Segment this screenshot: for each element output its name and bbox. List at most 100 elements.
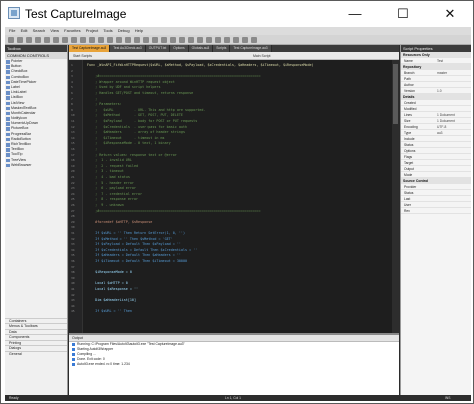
toolbar-button-icon[interactable]	[152, 37, 158, 43]
toolbar-button-icon[interactable]	[44, 37, 50, 43]
code-line[interactable]: ; Handles GET/POST and timeout, returns …	[87, 91, 193, 95]
toolbar-button-icon[interactable]	[107, 37, 113, 43]
toolbar-button-icon[interactable]	[8, 37, 14, 43]
toolbar-button-icon[interactable]	[71, 37, 77, 43]
toolbar-button-icon[interactable]	[170, 37, 176, 43]
code-line[interactable]: ; $sPayload - body for POST or PUT reque…	[87, 119, 197, 123]
editor-tab[interactable]: Test Au3Check.au3	[110, 45, 146, 52]
toolbox-section[interactable]: General	[5, 350, 67, 357]
code-editor[interactable]: 1 Func _WinAPI_FitWinHTTPRequest($sURL, $…	[69, 60, 399, 333]
minimize-button[interactable]: —	[338, 1, 372, 27]
code-line[interactable]: Func _WinAPI_FitWinHTTPRequest($sURL, $s…	[87, 63, 314, 67]
code-line[interactable]: ; $sURL - URL. This and http are support…	[87, 108, 205, 112]
toolbar-button-icon[interactable]	[17, 37, 23, 43]
toolbar-button-icon[interactable]	[134, 37, 140, 43]
menu-item-help[interactable]: Help	[135, 28, 143, 33]
menu-item-view[interactable]: View	[50, 28, 59, 33]
code-line[interactable]: If $iTimeout = Default Then $iTimeout = …	[87, 259, 187, 263]
code-line[interactable]: ; $sCredentials - user:pass for basic au…	[87, 125, 187, 129]
toolbar-button-icon[interactable]	[116, 37, 122, 43]
code-line[interactable]: $iResponseMode = 0	[87, 270, 132, 274]
scrollbar-thumb[interactable]	[393, 64, 398, 124]
editor-tab[interactable]: Test CaptureImage.au3	[69, 45, 111, 52]
code-line[interactable]: ; 8 - response error	[87, 197, 138, 201]
toolbar-button-icon[interactable]	[179, 37, 185, 43]
editor-tab[interactable]: Options	[170, 45, 189, 52]
menu-item-edit[interactable]: Edit	[21, 28, 28, 33]
code-line[interactable]: If $sMethod = '' Then $sMethod = 'GET'	[87, 237, 173, 241]
editor-scrollbar[interactable]	[392, 60, 399, 333]
code-line[interactable]: Local $sResponse = ''	[87, 287, 138, 291]
code-line[interactable]: ;	[87, 97, 97, 101]
code-line[interactable]: ;#======================================…	[87, 209, 260, 213]
toolbar-button-icon[interactable]	[35, 37, 41, 43]
toolbar-button-icon[interactable]	[188, 37, 194, 43]
toolbar-button-icon[interactable]	[53, 37, 59, 43]
nav-left-combo[interactable]: Start Scripts	[73, 54, 92, 58]
toolbar-button-icon[interactable]	[80, 37, 86, 43]
menu-item-file[interactable]: File	[9, 28, 15, 33]
code-line[interactable]: ;#======================================…	[87, 74, 260, 78]
toolbar-button-icon[interactable]	[26, 37, 32, 43]
editor-tab[interactable]: Test CaptureImage.au3	[230, 45, 272, 52]
toolbar-button-icon[interactable]	[89, 37, 95, 43]
property-row[interactable]: Name Test	[401, 58, 471, 64]
close-button[interactable]: ✕	[433, 1, 467, 27]
toolbar-button-icon[interactable]	[161, 37, 167, 43]
toolbox-section-title[interactable]: COMMON CONTROLS	[5, 52, 67, 59]
property-row[interactable]: Mode	[401, 172, 471, 178]
toolbar-button-icon[interactable]	[62, 37, 68, 43]
code-line[interactable]: If $sCredentials = Default Then $sCreden…	[87, 248, 197, 252]
property-row[interactable]: Version 1.0	[401, 88, 471, 94]
toolbar-button-icon[interactable]	[197, 37, 203, 43]
code-line[interactable]: ; Parameters:	[87, 102, 122, 106]
code-line[interactable]: ; $sMethod - GET, POST, PUT, DELETE	[87, 113, 183, 117]
toolbar-button-icon[interactable]	[251, 37, 257, 43]
menu-item-tools[interactable]: Tools	[103, 28, 112, 33]
toolbar-button-icon[interactable]	[233, 37, 239, 43]
toolbar-button-icon[interactable]	[206, 37, 212, 43]
code-line[interactable]: Dim $aHeaderList[10]	[87, 298, 136, 302]
code-line[interactable]: ;	[87, 147, 97, 151]
code-line[interactable]: ; $aHeaders - array of header strings	[87, 130, 185, 134]
code-line[interactable]: Local $oHTTP = 0	[87, 281, 128, 285]
output-line[interactable]: AutoIt3.exe ended. rc:0 time: 1.234	[69, 362, 399, 367]
code-line[interactable]: ; 1 - invalid URL	[87, 158, 132, 162]
code-line[interactable]: ; Wrapper around WinHTTP request object	[87, 80, 175, 84]
code-line[interactable]: ; Used by UDF and script helpers	[87, 85, 160, 89]
code-line[interactable]: If $sURL = '' Then Return SetError(1, 0,…	[87, 231, 185, 235]
property-row[interactable]: Rev	[401, 208, 471, 214]
menu-item-favorites[interactable]: Favorites	[64, 28, 80, 33]
menu-item-project[interactable]: Project	[86, 28, 98, 33]
line-number: 10	[71, 113, 75, 118]
editor-tab[interactable]: Scripts	[213, 45, 231, 52]
code-line[interactable]: ; 5 - header error	[87, 181, 134, 185]
title-bar[interactable]: Test CaptureImage — ☐ ✕	[1, 1, 473, 27]
toolbar-button-icon[interactable]	[242, 37, 248, 43]
nav-right-combo[interactable]: Main Script	[253, 52, 271, 60]
code-line[interactable]: ; 7 - credential error	[87, 192, 142, 196]
toolbox-item[interactable]: WebBrowser	[5, 163, 67, 168]
code-line[interactable]: ; $iTimeout - timeout in ms	[87, 136, 164, 140]
toolbar-button-icon[interactable]	[125, 37, 131, 43]
editor-tab[interactable]: OUTPUT.txt	[145, 45, 171, 52]
code-line[interactable]: ; 9 - unknown	[87, 203, 124, 207]
code-line[interactable]: #forcedef $oHTTP, $sResponse	[87, 220, 152, 224]
code-line[interactable]: ; $iResponseMode - 0 text, 1 binary	[87, 141, 171, 145]
toolbar-button-icon[interactable]	[143, 37, 149, 43]
code-line[interactable]: If $aHeaders = Default Then $aHeaders = …	[87, 253, 181, 257]
toolbar-button-icon[interactable]	[224, 37, 230, 43]
toolbar-button-icon[interactable]	[98, 37, 104, 43]
code-line[interactable]: ; Return values: response text or @error	[87, 153, 177, 157]
maximize-button[interactable]: ☐	[386, 1, 420, 27]
menu-item-search[interactable]: Search	[33, 28, 46, 33]
code-line[interactable]: ; 2 - request failed	[87, 164, 138, 168]
menu-item-debug[interactable]: Debug	[118, 28, 130, 33]
toolbar-button-icon[interactable]	[215, 37, 221, 43]
code-line[interactable]: ; 4 - bad status	[87, 175, 130, 179]
code-line[interactable]: If $sURL = '' Then	[87, 309, 132, 313]
code-line[interactable]: If $sPayload = Default Then $sPayload = …	[87, 242, 181, 246]
editor-tab[interactable]: Globals.au3	[188, 45, 214, 52]
code-line[interactable]: ; 3 - timeout	[87, 169, 124, 173]
code-line[interactable]: ; 6 - payload error	[87, 186, 136, 190]
